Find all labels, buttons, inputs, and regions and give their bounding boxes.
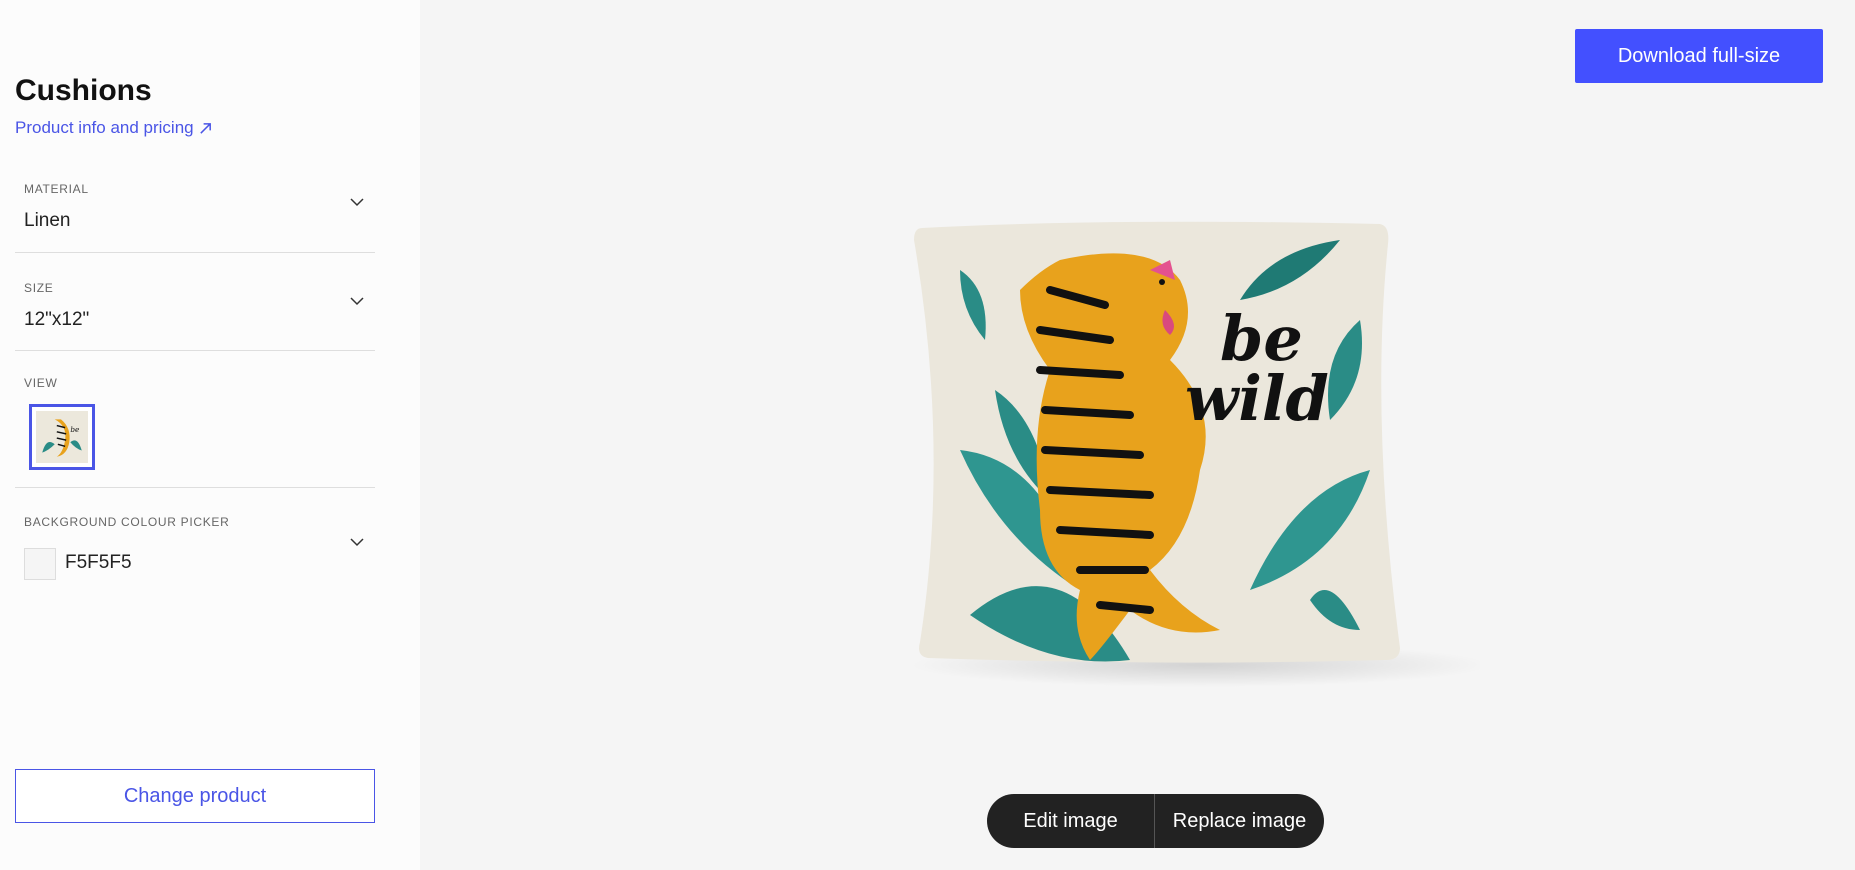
- replace-image-button[interactable]: Replace image: [1155, 794, 1324, 848]
- material-select[interactable]: MATERIAL Linen: [15, 170, 375, 253]
- image-actions-bar: Edit image Replace image: [987, 794, 1324, 848]
- sidebar: Cushions Product info and pricing MATERI…: [0, 0, 420, 870]
- chevron-down-icon[interactable]: [349, 293, 365, 309]
- change-product-button[interactable]: Change product: [15, 769, 375, 823]
- size-label: SIZE: [24, 281, 54, 295]
- view-section: VIEW be: [15, 351, 375, 488]
- external-arrow-icon: [199, 122, 211, 134]
- edit-image-button[interactable]: Edit image: [987, 794, 1154, 848]
- size-select[interactable]: SIZE 12"x12": [15, 253, 375, 351]
- download-full-size-button[interactable]: Download full-size: [1575, 29, 1823, 83]
- cushion-thumbnail-image: be: [36, 411, 88, 463]
- cushion-text-wild: wild: [1185, 362, 1329, 435]
- background-colour-picker[interactable]: BACKGROUND COLOUR PICKER F5F5F5: [15, 488, 375, 598]
- cushion-mockup-image: be wild: [910, 221, 1490, 687]
- view-label: VIEW: [24, 376, 58, 390]
- chevron-down-icon[interactable]: [349, 194, 365, 210]
- background-colour-label: BACKGROUND COLOUR PICKER: [24, 515, 230, 529]
- svg-text:be: be: [70, 425, 79, 434]
- size-value: 12"x12": [24, 309, 90, 330]
- material-label: MATERIAL: [24, 182, 89, 196]
- product-title: Cushions: [15, 74, 152, 107]
- chevron-down-icon[interactable]: [349, 534, 365, 550]
- colour-swatch[interactable]: [24, 548, 56, 580]
- material-value: Linen: [24, 210, 71, 231]
- product-info-link-label: Product info and pricing: [15, 118, 194, 137]
- product-preview: be wild: [900, 210, 1490, 700]
- view-thumbnail[interactable]: be: [29, 404, 95, 470]
- product-info-link[interactable]: Product info and pricing: [15, 118, 213, 138]
- colour-hex-value: F5F5F5: [65, 552, 132, 573]
